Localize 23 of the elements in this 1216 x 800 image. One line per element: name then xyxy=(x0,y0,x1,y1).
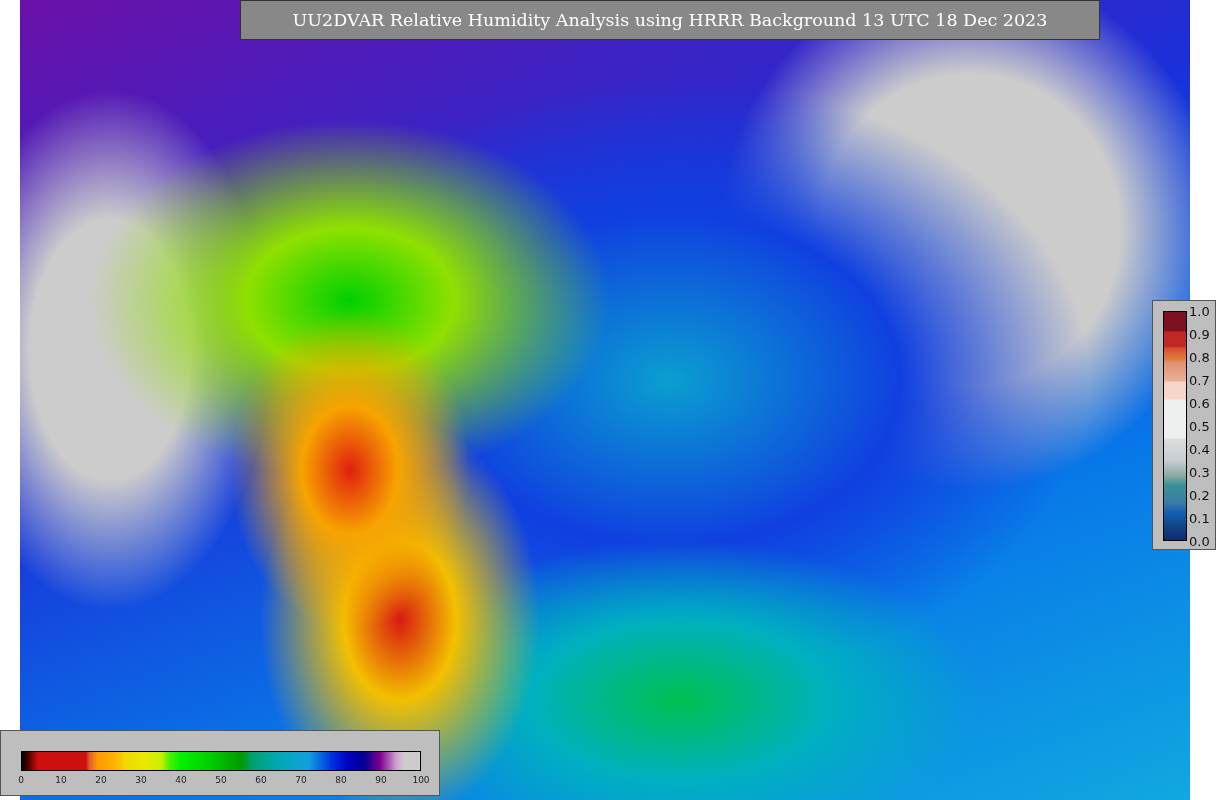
tick-label: 60 xyxy=(255,775,267,785)
tick-label: 30 xyxy=(135,775,147,785)
tick-label: 0.0 xyxy=(1189,533,1210,549)
tick-label: 50 xyxy=(215,775,227,785)
tick-label: 0.5 xyxy=(1189,418,1210,434)
tick-label: 0.1 xyxy=(1189,510,1210,526)
tick-label: 80 xyxy=(335,775,347,785)
tick-label: 0.8 xyxy=(1189,349,1210,365)
tick-label: 0.9 xyxy=(1189,326,1210,342)
tick-label: 0.3 xyxy=(1189,464,1210,480)
tick-label: 100 xyxy=(412,775,430,785)
tick-label: 0 xyxy=(18,775,24,785)
tick-label: 0.7 xyxy=(1189,372,1210,388)
tick-label: 0.6 xyxy=(1189,395,1210,411)
tick-label: 1.0 xyxy=(1189,303,1210,319)
map-title: UU2DVAR Relative Humidity Analysis using HRRR Background 13 UTC 18 Dec 2023 xyxy=(240,0,1100,40)
tick-label: 0.2 xyxy=(1189,487,1210,503)
tick-label: 10 xyxy=(55,775,67,785)
tick-label: 70 xyxy=(295,775,307,785)
tick-label: 40 xyxy=(175,775,187,785)
tick-label: 90 xyxy=(375,775,387,785)
tick-label: 0.4 xyxy=(1189,441,1210,457)
tick-label: 20 xyxy=(95,775,107,785)
